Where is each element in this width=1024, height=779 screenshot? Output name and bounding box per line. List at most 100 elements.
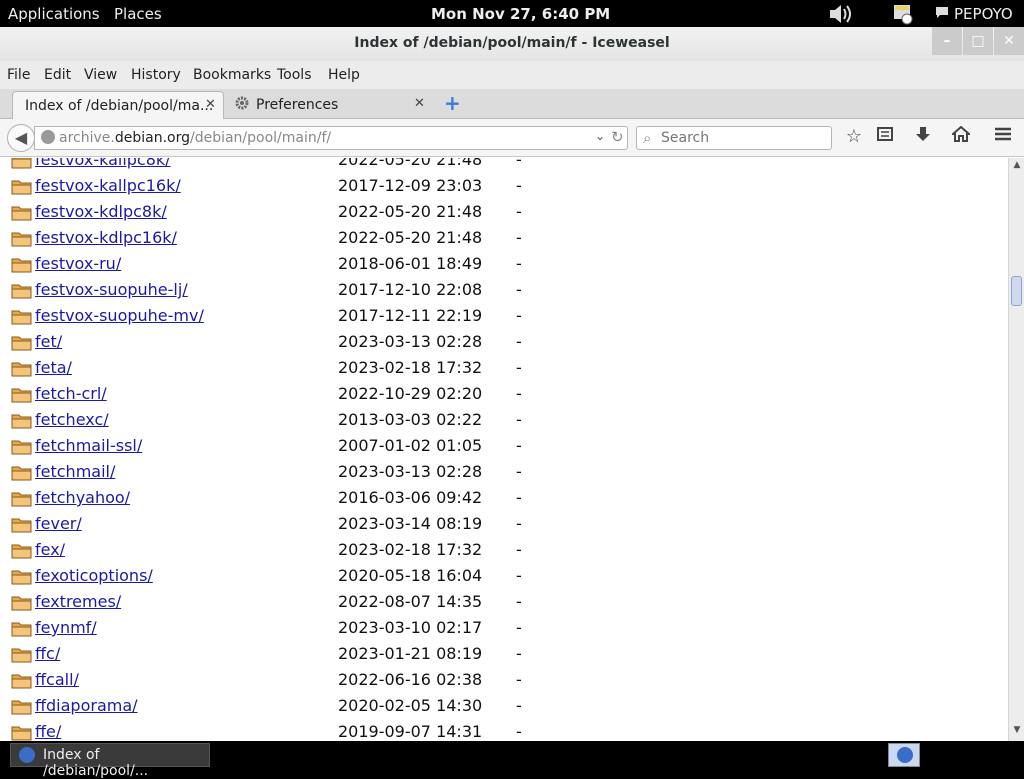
directory-link[interactable]: fet/ <box>35 332 62 351</box>
size-cell: - <box>516 592 522 611</box>
directory-link[interactable]: festvox-kallpc16k/ <box>35 176 181 195</box>
list-item: festvox-suopuhe-mv/2017-12-11 22:19 - <box>0 304 1008 330</box>
size-cell: - <box>516 488 522 507</box>
workspace-switcher[interactable] <box>888 743 920 767</box>
globe-icon <box>41 130 55 144</box>
scroll-down-arrow-icon[interactable]: ▼ <box>1011 725 1023 737</box>
back-button[interactable]: ◀ <box>7 124 35 152</box>
applications-menu[interactable]: Applications <box>8 5 100 23</box>
hamburger-menu-icon[interactable] <box>991 125 1015 149</box>
menu-history[interactable]: History <box>131 67 181 83</box>
search-box[interactable]: ⌕ <box>636 126 832 150</box>
arrow-left-icon: ◀ <box>14 128 28 147</box>
menu-view[interactable]: View <box>84 67 117 83</box>
size-cell: - <box>516 514 522 533</box>
menu-bar: File Edit View History Bookmarks Tools H… <box>0 61 1024 89</box>
directory-link[interactable]: festvox-kallpc8k/ <box>35 158 171 169</box>
menu-help[interactable]: Help <box>328 67 360 83</box>
size-cell: - <box>516 176 522 195</box>
directory-link[interactable]: fever/ <box>35 514 82 533</box>
clock[interactable]: Mon Nov 27, 6:40 PM <box>431 5 610 23</box>
directory-link[interactable]: festvox-ru/ <box>35 254 121 273</box>
list-item: festvox-kallpc8k/2022-05-20 21:48 - <box>0 158 1008 174</box>
directory-link[interactable]: ffc/ <box>35 644 60 663</box>
directory-link[interactable]: festvox-suopuhe-mv/ <box>35 306 204 325</box>
download-icon[interactable] <box>911 125 935 149</box>
directory-link[interactable]: fexoticoptions/ <box>35 566 153 585</box>
menu-bookmarks[interactable]: Bookmarks <box>193 67 271 83</box>
directory-link[interactable]: fetchyahoo/ <box>35 488 130 507</box>
size-cell: - <box>516 722 522 741</box>
list-item: festvox-kdlpc16k/2022-05-20 21:48 - <box>0 226 1008 252</box>
directory-link[interactable]: festvox-suopuhe-lj/ <box>35 280 188 299</box>
folder-icon <box>11 158 32 169</box>
folder-icon <box>11 386 32 403</box>
tab-index-label: Index of /debian/pool/ma... <box>25 98 214 114</box>
directory-link[interactable]: fetch-crl/ <box>35 384 107 403</box>
directory-link[interactable]: feta/ <box>35 358 72 377</box>
url-text[interactable]: archive.debian.org/debian/pool/main/f/ <box>59 130 331 146</box>
notification-icon[interactable] <box>892 3 914 29</box>
reload-icon[interactable]: ↻ <box>611 128 624 146</box>
directory-link[interactable]: fetchmail-ssl/ <box>35 436 142 455</box>
page-content: festvox-kallpc8k/2022-05-20 21:48- festvo… <box>0 158 1008 741</box>
home-icon[interactable] <box>949 125 973 149</box>
folder-icon <box>11 178 32 195</box>
list-item: fetchexc/2013-03-03 02:22 - <box>0 408 1008 434</box>
chat-icon[interactable] <box>935 6 949 24</box>
size-cell: - <box>516 540 522 559</box>
bookmark-star-icon[interactable]: ☆ <box>842 125 866 149</box>
folder-icon <box>11 724 32 741</box>
chevron-down-icon[interactable]: ⌄ <box>595 129 605 143</box>
new-tab-button[interactable]: + <box>444 93 462 113</box>
size-cell: - <box>516 202 522 221</box>
taskbar-window-button[interactable]: Index of /debian/pool/... <box>10 743 210 779</box>
vertical-scrollbar[interactable]: ▲ ▼ <box>1008 158 1024 741</box>
user-menu[interactable]: PEPOYO <box>954 5 1013 23</box>
search-input[interactable] <box>661 129 826 147</box>
gear-icon <box>234 95 250 115</box>
reading-list-icon[interactable] <box>873 125 897 149</box>
window-titlebar[interactable]: Index of /debian/pool/main/f - Iceweasel… <box>0 27 1024 61</box>
close-tab-icon[interactable]: ✕ <box>414 96 425 111</box>
size-cell: - <box>516 618 522 637</box>
modified-date: 2016-03-06 09:42 <box>338 488 483 507</box>
folder-icon <box>11 204 32 221</box>
minimize-button[interactable]: – <box>932 27 962 55</box>
scroll-up-arrow-icon[interactable]: ▲ <box>1011 160 1023 172</box>
directory-link[interactable]: festvox-kdlpc16k/ <box>35 228 177 247</box>
folder-icon <box>11 438 32 455</box>
size-cell: - <box>516 566 522 585</box>
directory-link[interactable]: fextremes/ <box>35 592 121 611</box>
modified-date: 2018-06-01 18:49 <box>338 254 483 273</box>
tab-index[interactable]: Index of /debian/pool/ma... ✕ <box>12 91 224 119</box>
modified-date: 2022-10-29 02:20 <box>338 384 483 403</box>
url-bar[interactable]: archive.debian.org/debian/pool/main/f/ ⌄… <box>34 126 628 150</box>
places-menu[interactable]: Places <box>114 5 162 23</box>
browser-window: Index of /debian/pool/main/f - Iceweasel… <box>0 27 1024 741</box>
directory-link[interactable]: fex/ <box>35 540 65 559</box>
size-cell: - <box>516 696 522 715</box>
directory-link[interactable]: fetchexc/ <box>35 410 109 429</box>
modified-date: 2023-03-14 08:19 <box>338 514 483 533</box>
directory-link[interactable]: ffcall/ <box>35 670 79 689</box>
modified-date: 2013-03-03 02:22 <box>338 410 483 429</box>
folder-icon <box>11 620 32 637</box>
directory-link[interactable]: ffe/ <box>35 722 61 741</box>
directory-link[interactable]: feynmf/ <box>35 618 97 637</box>
directory-link[interactable]: fetchmail/ <box>35 462 115 481</box>
menu-edit[interactable]: Edit <box>44 67 71 83</box>
directory-link[interactable]: ffdiaporama/ <box>35 696 138 715</box>
scroll-thumb[interactable] <box>1011 276 1022 306</box>
volume-icon[interactable] <box>828 3 854 29</box>
menu-file[interactable]: File <box>7 67 30 83</box>
maximize-button[interactable]: □ <box>963 27 993 55</box>
list-item: ffcall/2022-06-16 02:38 - <box>0 668 1008 694</box>
size-cell: - <box>516 228 522 247</box>
folder-icon <box>11 464 32 481</box>
directory-link[interactable]: festvox-kdlpc8k/ <box>35 202 167 221</box>
close-tab-icon[interactable]: ✕ <box>205 97 216 112</box>
close-window-button[interactable]: ✕ <box>994 27 1024 55</box>
menu-tools[interactable]: Tools <box>277 67 312 83</box>
tab-preferences[interactable]: Preferences ✕ <box>226 91 432 119</box>
